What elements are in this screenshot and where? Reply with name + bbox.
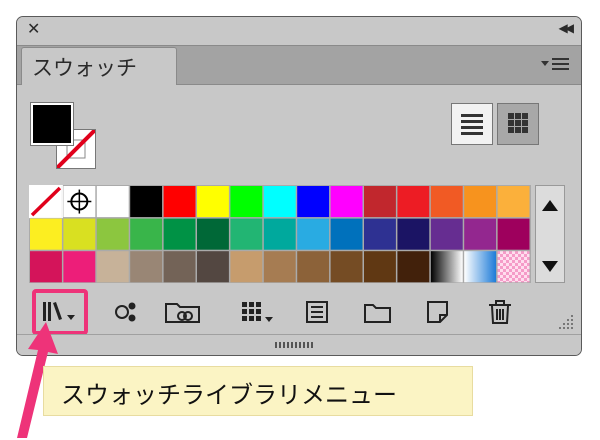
tooltip: スウォッチライブラリメニュー (43, 366, 473, 416)
tooltip-text: スウォッチライブラリメニュー (61, 381, 397, 409)
